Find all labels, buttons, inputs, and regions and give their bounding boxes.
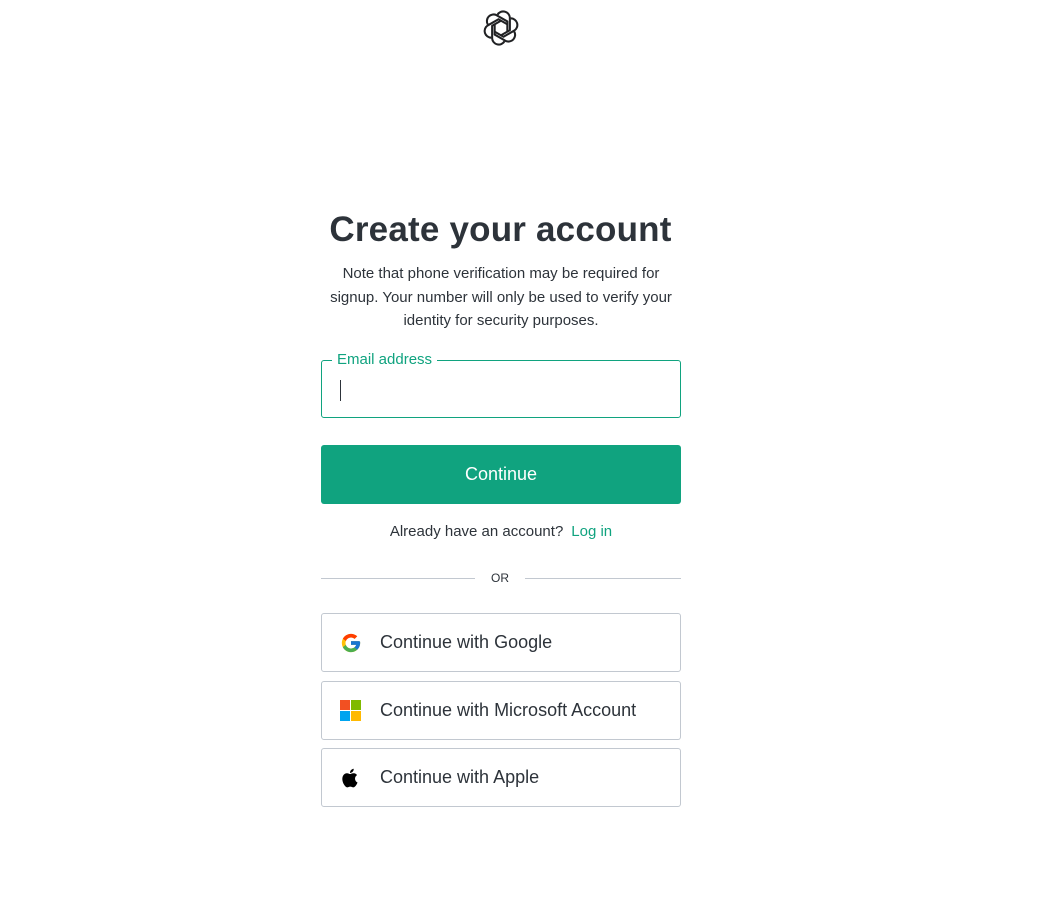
continue-with-google-button[interactable]: Continue with Google [321,613,681,672]
microsoft-icon [340,700,362,722]
openai-logo-icon [482,9,520,47]
google-icon [340,632,362,654]
email-input[interactable] [338,375,658,403]
divider-left [321,578,475,579]
login-prompt-line: Already have an account? Log in [321,523,681,540]
google-button-label: Continue with Google [380,632,553,652]
login-link[interactable]: Log in [571,523,612,540]
divider-right [525,578,681,579]
continue-button[interactable]: Continue [321,445,681,504]
page-title: Create your account [329,210,672,249]
text-cursor [340,380,341,401]
phone-verification-note: Note that phone verification may be requ… [330,265,672,329]
apple-icon [340,767,362,789]
email-label: Email address [332,350,438,370]
email-field[interactable]: Email address [321,350,681,418]
apple-button-label: Continue with Apple [380,767,540,787]
continue-with-apple-button[interactable]: Continue with Apple [321,748,681,807]
login-prompt: Already have an account? [389,523,564,540]
divider-or: OR [491,571,509,585]
signup-page: Create your account Note that phone veri… [0,0,1057,900]
continue-with-microsoft-button[interactable]: Continue with Microsoft Account [321,681,681,740]
microsoft-button-label: Continue with Microsoft Account [380,700,637,720]
